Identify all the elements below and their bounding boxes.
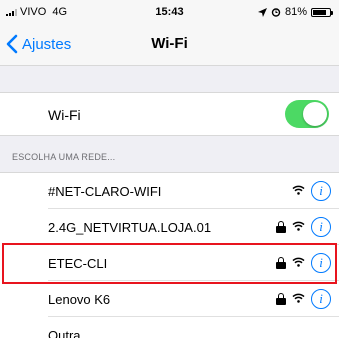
status-bar: VIVO 4G 15:43 81% [0,0,339,22]
navigation-bar: Ajustes Wi-Fi [0,22,339,66]
toggle-knob [303,102,327,126]
network-name: #NET-CLARO-WIFI [48,184,162,199]
network-name: 2.4G_NETVIRTUA.LOJA.01 [48,220,212,235]
network-icons: i [292,181,331,201]
wifi-signal-icon [292,182,305,200]
info-icon[interactable]: i [311,289,331,309]
info-icon[interactable]: i [311,253,331,273]
wifi-toggle-switch[interactable] [285,100,329,128]
wifi-signal-icon [292,218,305,236]
network-icons: i [276,217,331,237]
battery-percent: 81% [284,6,307,18]
battery-level [313,9,326,15]
network-row[interactable]: ETEC-CLI i [0,245,339,281]
wifi-toggle-row: Wi-Fi [0,92,339,136]
network-row[interactable]: #NET-CLARO-WIFI i [0,173,339,209]
section-header: ESCOLHA UMA REDE... [12,152,116,162]
wifi-signal-icon [292,254,305,272]
location-arrow-icon [257,7,267,17]
network-row[interactable]: Outra... [0,317,339,338]
network-row[interactable]: 2.4G_NETVIRTUA.LOJA.01 i [0,209,339,245]
wifi-toggle-label: Wi-Fi [48,107,81,123]
battery-icon [311,7,333,17]
network-name: Outra... [48,328,92,338]
network-row[interactable]: Lenovo K6 i [0,281,339,317]
lock-icon [276,221,286,233]
network-list: #NET-CLARO-WIFI i 2.4G_NETVIRTUA.LOJA.01 i E… [0,172,339,338]
status-indicators: 81% [257,6,333,18]
lock-icon [276,257,286,269]
wifi-signal-icon [292,290,305,308]
info-icon[interactable]: i [311,217,331,237]
network-icons: i [276,289,331,309]
lock-icon [276,293,286,305]
page-title: Wi-Fi [151,35,188,52]
network-name: Lenovo K6 [48,292,111,307]
network-icons: i [276,253,331,273]
alarm-icon [271,8,281,17]
network-name: ETEC-CLI [48,256,108,271]
info-icon[interactable]: i [311,181,331,201]
